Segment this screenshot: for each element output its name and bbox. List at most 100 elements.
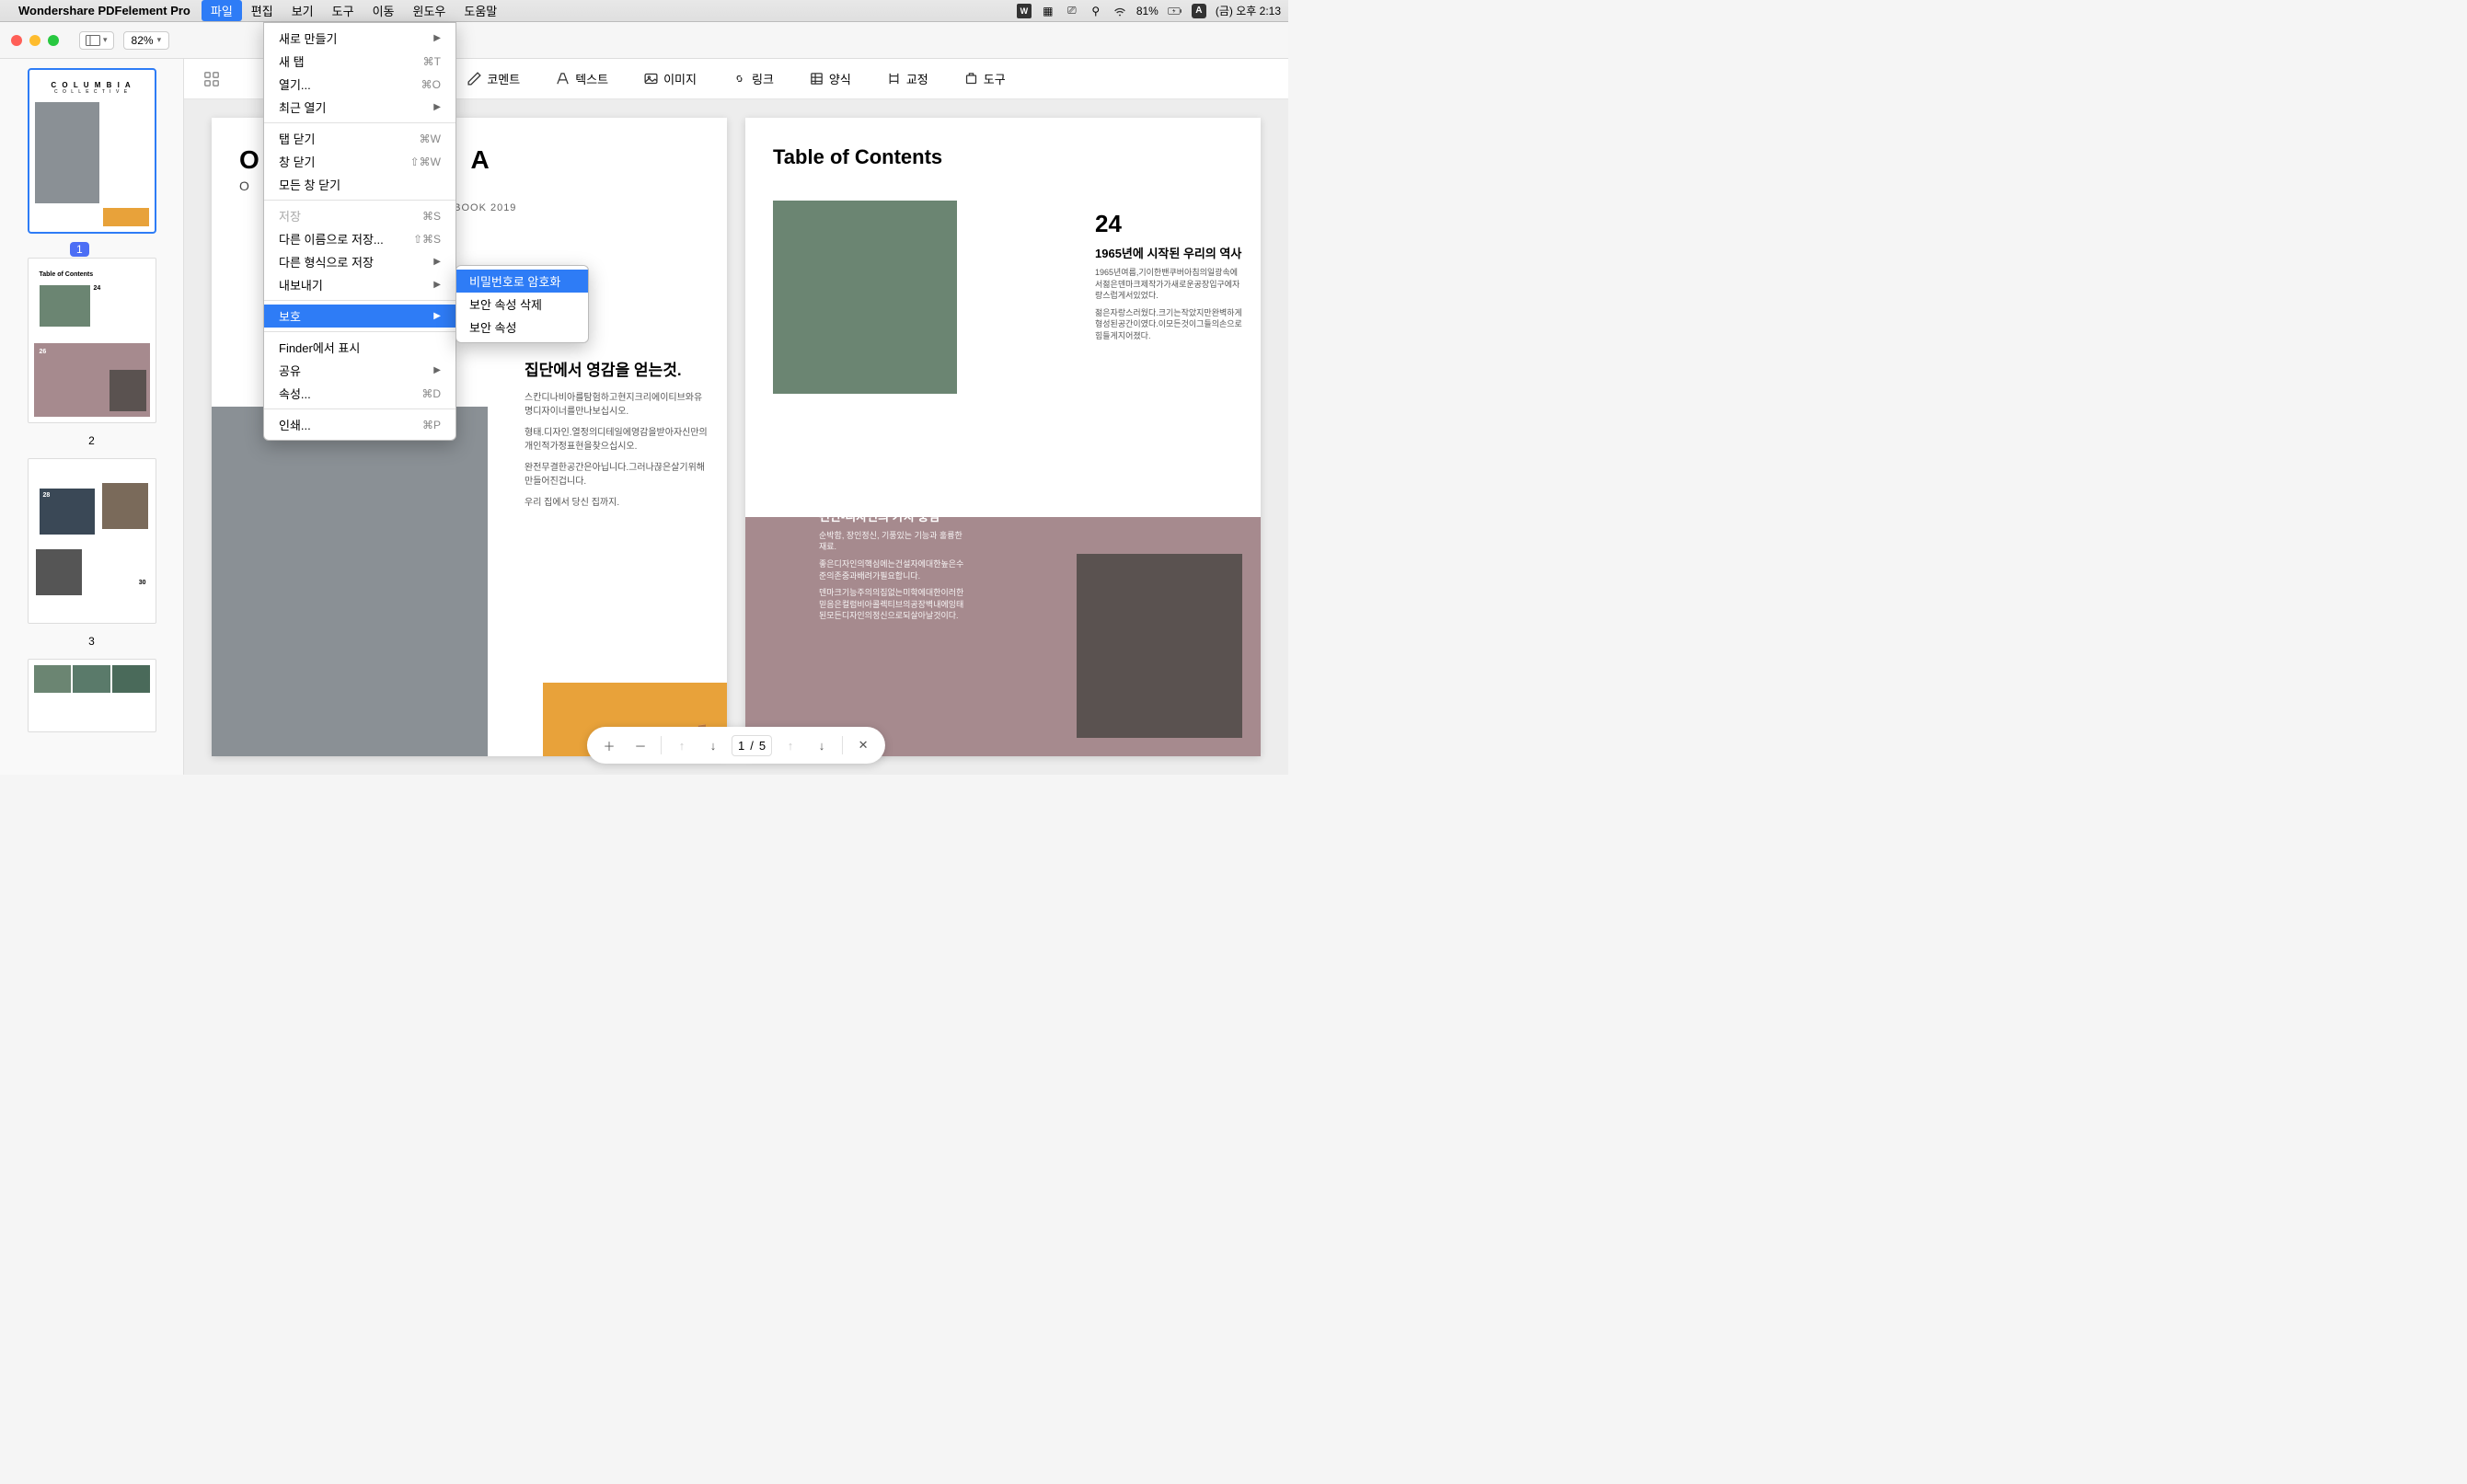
menu-item-새로 만들기[interactable]: 새로 만들기▶	[264, 27, 455, 50]
next-page-button[interactable]: ↓	[809, 732, 835, 758]
toc-number: 24	[1095, 210, 1242, 238]
page1-heading: 집단에서 영감을 얻는것.	[525, 357, 709, 380]
page1-body: 집단에서 영감을 얻는것. 스칸디나비아를탐험하고현지크리에이티브와유명디자이너…	[525, 357, 709, 517]
maximize-window-button[interactable]	[48, 35, 59, 46]
first-page-button[interactable]: ↑	[669, 732, 695, 758]
thumbnail-page-4[interactable]	[28, 659, 156, 732]
menu-item-보호[interactable]: 보호▶	[264, 305, 455, 328]
tool-text[interactable]: 텍스트	[549, 66, 614, 91]
toc-title: Table of Contents	[745, 118, 1261, 184]
menu-item-인쇄...[interactable]: 인쇄...⌘P	[264, 413, 455, 436]
wondershare-tray-icon[interactable]: W	[1017, 4, 1032, 18]
menu-item-새 탭[interactable]: 새 탭⌘T	[264, 50, 455, 73]
toc-para: 좋은디자인의핵심에는건설자에대한높은수준의존중과배려가필요합니다.	[819, 558, 966, 581]
main-area: C O L U M B I A C O L L E C T I V E 1 Ta…	[0, 59, 1288, 775]
prev-page-button[interactable]: ↑	[778, 732, 803, 758]
toc-entry-24: 24 1965년에 시작된 우리의 역사 1965년여름,기이한밴쿠버아침의일광…	[1095, 210, 1242, 348]
menu-item-다른 이름으로 저장...[interactable]: 다른 이름으로 저장...⇧⌘S	[264, 227, 455, 250]
home-grid-button[interactable]	[199, 66, 225, 92]
menu-item-저장[interactable]: 저장⌘S	[264, 204, 455, 227]
menu-window[interactable]: 윈도우	[403, 0, 455, 21]
chevron-down-icon: ▾	[157, 35, 162, 45]
menu-item-최근 열기[interactable]: 최근 열기▶	[264, 96, 455, 119]
input-source-icon[interactable]: A	[1192, 4, 1206, 18]
traffic-lights	[11, 35, 59, 46]
thumb-subtitle: C O L L E C T I V E	[35, 89, 149, 95]
thumb-image-placeholder	[35, 102, 99, 203]
menu-item-공유[interactable]: 공유▶	[264, 359, 455, 382]
menu-file[interactable]: 파일	[202, 0, 242, 21]
zoom-value: 82%	[132, 34, 154, 47]
grid-icon[interactable]: ▦	[1041, 4, 1055, 18]
toc-image-chair	[1077, 554, 1242, 738]
zoom-select[interactable]: 82% ▾	[123, 31, 170, 50]
bluetooth-icon[interactable]: ⚲	[1089, 4, 1103, 18]
submenu-item-보안 속성[interactable]: 보안 속성	[456, 316, 588, 339]
submenu-item-비밀번호로 암호화[interactable]: 비밀번호로 암호화	[456, 270, 588, 293]
page1-para: 완전무결한공간은아닙니다.그러나끊은살기위해만들어진겁니다.	[525, 461, 709, 489]
menu-item-Finder에서 표시[interactable]: Finder에서 표시	[264, 336, 455, 359]
zoom-in-button[interactable]: ＋	[596, 732, 622, 758]
toc-number: 26	[819, 477, 966, 501]
thumbnail-number-3: 3	[13, 631, 170, 659]
thumbnail-page-2[interactable]: Table of Contents 24 26	[28, 258, 156, 423]
thumb-title: Table of Contents	[40, 271, 144, 278]
toc-para: 덴마크기능주의의집없는미학에대한이러한믿음은컬럼비아콜렉티브의공장벽내에잉태된모…	[819, 587, 966, 622]
menu-item-내보내기[interactable]: 내보내기▶	[264, 273, 455, 296]
tool-proof[interactable]: 교정	[881, 66, 934, 91]
toc-heading: 편안-디자인의 가치 중심	[819, 507, 966, 524]
battery-percent: 81%	[1136, 5, 1159, 17]
tool-image[interactable]: 이미지	[638, 66, 702, 91]
close-window-button[interactable]	[11, 35, 22, 46]
toc-para: 젊은자랑스러웠다.크기는작았지만완벽하게형성된공간이였다.이모든것이그들의손으로…	[1095, 307, 1242, 342]
toc-entry-26: 26 편안-디자인의 가치 중심 순박함, 장인정신, 기풍있는 기능과 훌륭한…	[819, 477, 966, 627]
thumbnail-page-3[interactable]: 28 30	[28, 458, 156, 624]
page1-para: 형태.디자인.열정의디테일에영감을받아자신만의개인적가정표현을찾으십시오.	[525, 426, 709, 454]
zoom-out-button[interactable]: －	[628, 732, 653, 758]
menu-edit[interactable]: 편집	[242, 0, 282, 21]
tool-form[interactable]: 양식	[803, 66, 857, 91]
status-tray: W ▦ ⎚ ⚲ 81% A (금) 오후 2:13	[1017, 3, 1281, 18]
thumb-num-28: 28	[40, 489, 95, 502]
app-name[interactable]: Wondershare PDFelement Pro	[18, 4, 190, 17]
page-navigation-bar: ＋ － ↑ ↓ 1 / 5 ↑ ↓ ✕	[587, 727, 885, 764]
menu-item-모든 창 닫기[interactable]: 모든 창 닫기	[264, 173, 455, 196]
thumb-accent-band: 28	[40, 489, 95, 535]
submenu-item-보안 속성 삭제[interactable]: 보안 속성 삭제	[456, 293, 588, 316]
menu-item-탭 닫기[interactable]: 탭 닫기⌘W	[264, 127, 455, 150]
protect-submenu: 비밀번호로 암호화보안 속성 삭제보안 속성	[455, 265, 589, 343]
menu-item-창 닫기[interactable]: 창 닫기⇧⌘W	[264, 150, 455, 173]
clock[interactable]: (금) 오후 2:13	[1216, 3, 1281, 18]
toc-para: 1965년여름,기이한밴쿠버아침의일광속에서젊은덴마크제작가가새로운공장입구에자…	[1095, 267, 1242, 302]
minimize-window-button[interactable]	[29, 35, 40, 46]
page-number-input[interactable]: 1 / 5	[732, 735, 772, 756]
menu-item-다른 형식으로 저장[interactable]: 다른 형식으로 저장▶	[264, 250, 455, 273]
thumb-num-30: 30	[139, 580, 146, 586]
page1-para: 스칸디나비아를탐험하고현지크리에이티브와유명디자이너를만나보십시오.	[525, 391, 709, 419]
page-2[interactable]: Table of Contents 24 1965년에 시작된 우리의 역사 1…	[745, 118, 1261, 756]
sidebar-toggle-button[interactable]: ▾	[79, 31, 114, 50]
total-pages: 5	[759, 739, 766, 753]
menu-item-열기...[interactable]: 열기...⌘O	[264, 73, 455, 96]
wifi-icon[interactable]	[1112, 4, 1127, 18]
menu-help[interactable]: 도움말	[455, 0, 506, 21]
window-toolbar: ▾ 82% ▾	[0, 22, 1288, 59]
menu-view[interactable]: 보기	[282, 0, 323, 21]
thumbnail-number-2: 2	[13, 431, 170, 458]
menu-go[interactable]: 이동	[363, 0, 404, 21]
last-page-button[interactable]: ↓	[700, 732, 726, 758]
thumb-image-placeholder	[36, 549, 82, 595]
thumb-image-placeholder	[40, 285, 90, 327]
tool-tools[interactable]: 도구	[958, 66, 1011, 91]
thumbnail-sidebar[interactable]: C O L U M B I A C O L L E C T I V E 1 Ta…	[0, 59, 184, 775]
airplay-icon[interactable]: ⎚	[1065, 4, 1079, 18]
tool-link[interactable]: 링크	[726, 66, 779, 91]
battery-charging-icon	[1168, 4, 1182, 18]
thumb-num-24: 24	[94, 285, 101, 327]
thumbnail-page-1[interactable]: C O L U M B I A C O L L E C T I V E	[28, 68, 156, 234]
thumb-accent-band	[103, 208, 149, 226]
menu-item-속성...[interactable]: 속성...⌘D	[264, 382, 455, 405]
menu-tools[interactable]: 도구	[323, 0, 363, 21]
close-nav-button[interactable]: ✕	[850, 732, 876, 758]
tool-comment[interactable]: 코멘트	[461, 66, 525, 91]
